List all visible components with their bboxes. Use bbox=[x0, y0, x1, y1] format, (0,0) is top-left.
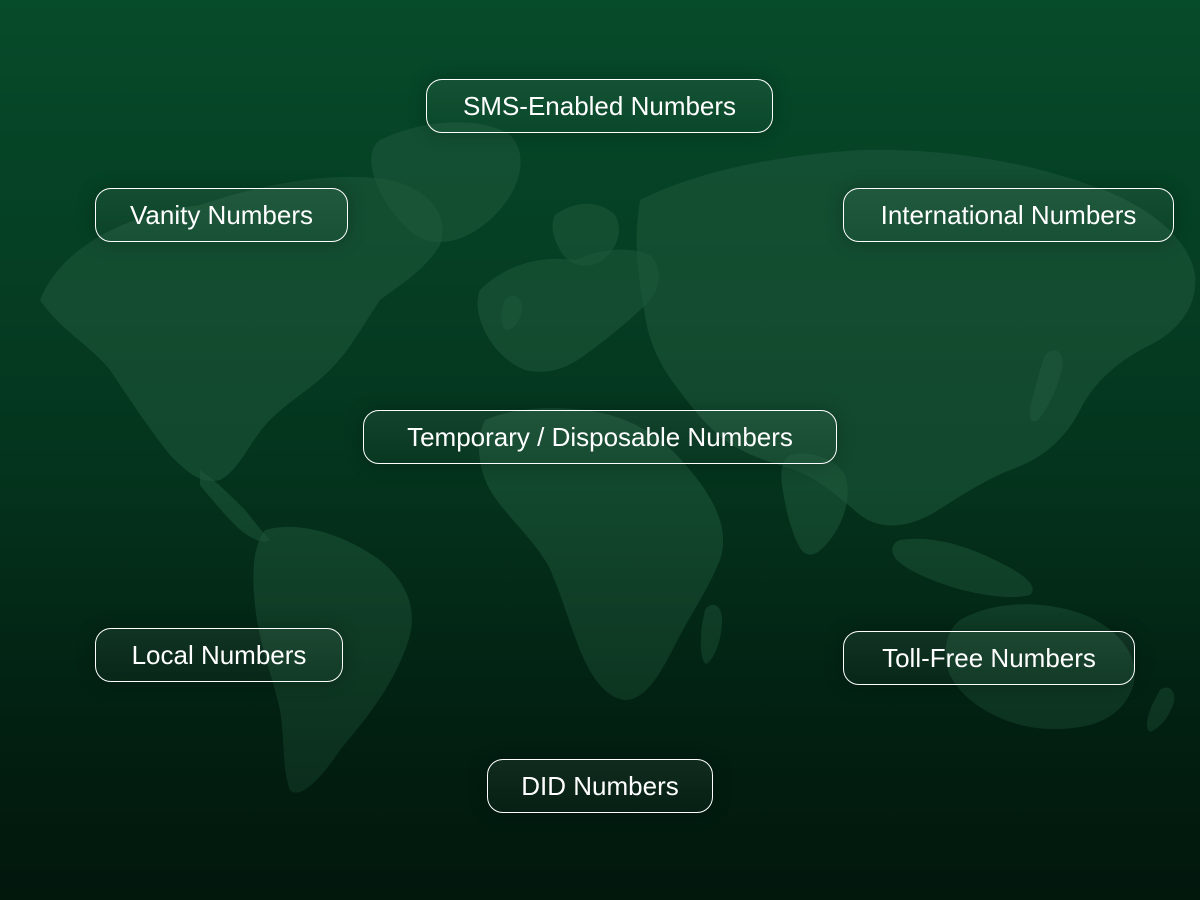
sms-enabled-numbers-pill[interactable]: SMS-Enabled Numbers bbox=[426, 79, 773, 133]
did-numbers-label: DID Numbers bbox=[521, 770, 679, 801]
toll-free-numbers-label: Toll-Free Numbers bbox=[882, 642, 1096, 673]
international-numbers-label: International Numbers bbox=[880, 199, 1137, 230]
india-shape bbox=[781, 453, 848, 555]
toll-free-numbers-pill[interactable]: Toll-Free Numbers bbox=[843, 631, 1135, 685]
temporary-disposable-numbers-label: Temporary / Disposable Numbers bbox=[407, 421, 793, 452]
main-canvas: SMS-Enabled Numbers Vanity Numbers Inter… bbox=[0, 0, 1200, 900]
local-numbers-label: Local Numbers bbox=[131, 639, 307, 670]
local-numbers-pill[interactable]: Local Numbers bbox=[95, 628, 343, 682]
madagascar-shape bbox=[700, 604, 722, 664]
sms-enabled-numbers-label: SMS-Enabled Numbers bbox=[462, 90, 737, 121]
temporary-disposable-numbers-pill[interactable]: Temporary / Disposable Numbers bbox=[363, 410, 837, 464]
vanity-numbers-label: Vanity Numbers bbox=[129, 199, 314, 230]
central-america-shape bbox=[200, 470, 270, 542]
southeast-asia-shape bbox=[892, 538, 1033, 598]
vanity-numbers-pill[interactable]: Vanity Numbers bbox=[95, 188, 348, 242]
did-numbers-pill[interactable]: DID Numbers bbox=[487, 759, 713, 813]
new-zealand-shape bbox=[1146, 687, 1175, 732]
international-numbers-pill[interactable]: International Numbers bbox=[843, 188, 1174, 242]
